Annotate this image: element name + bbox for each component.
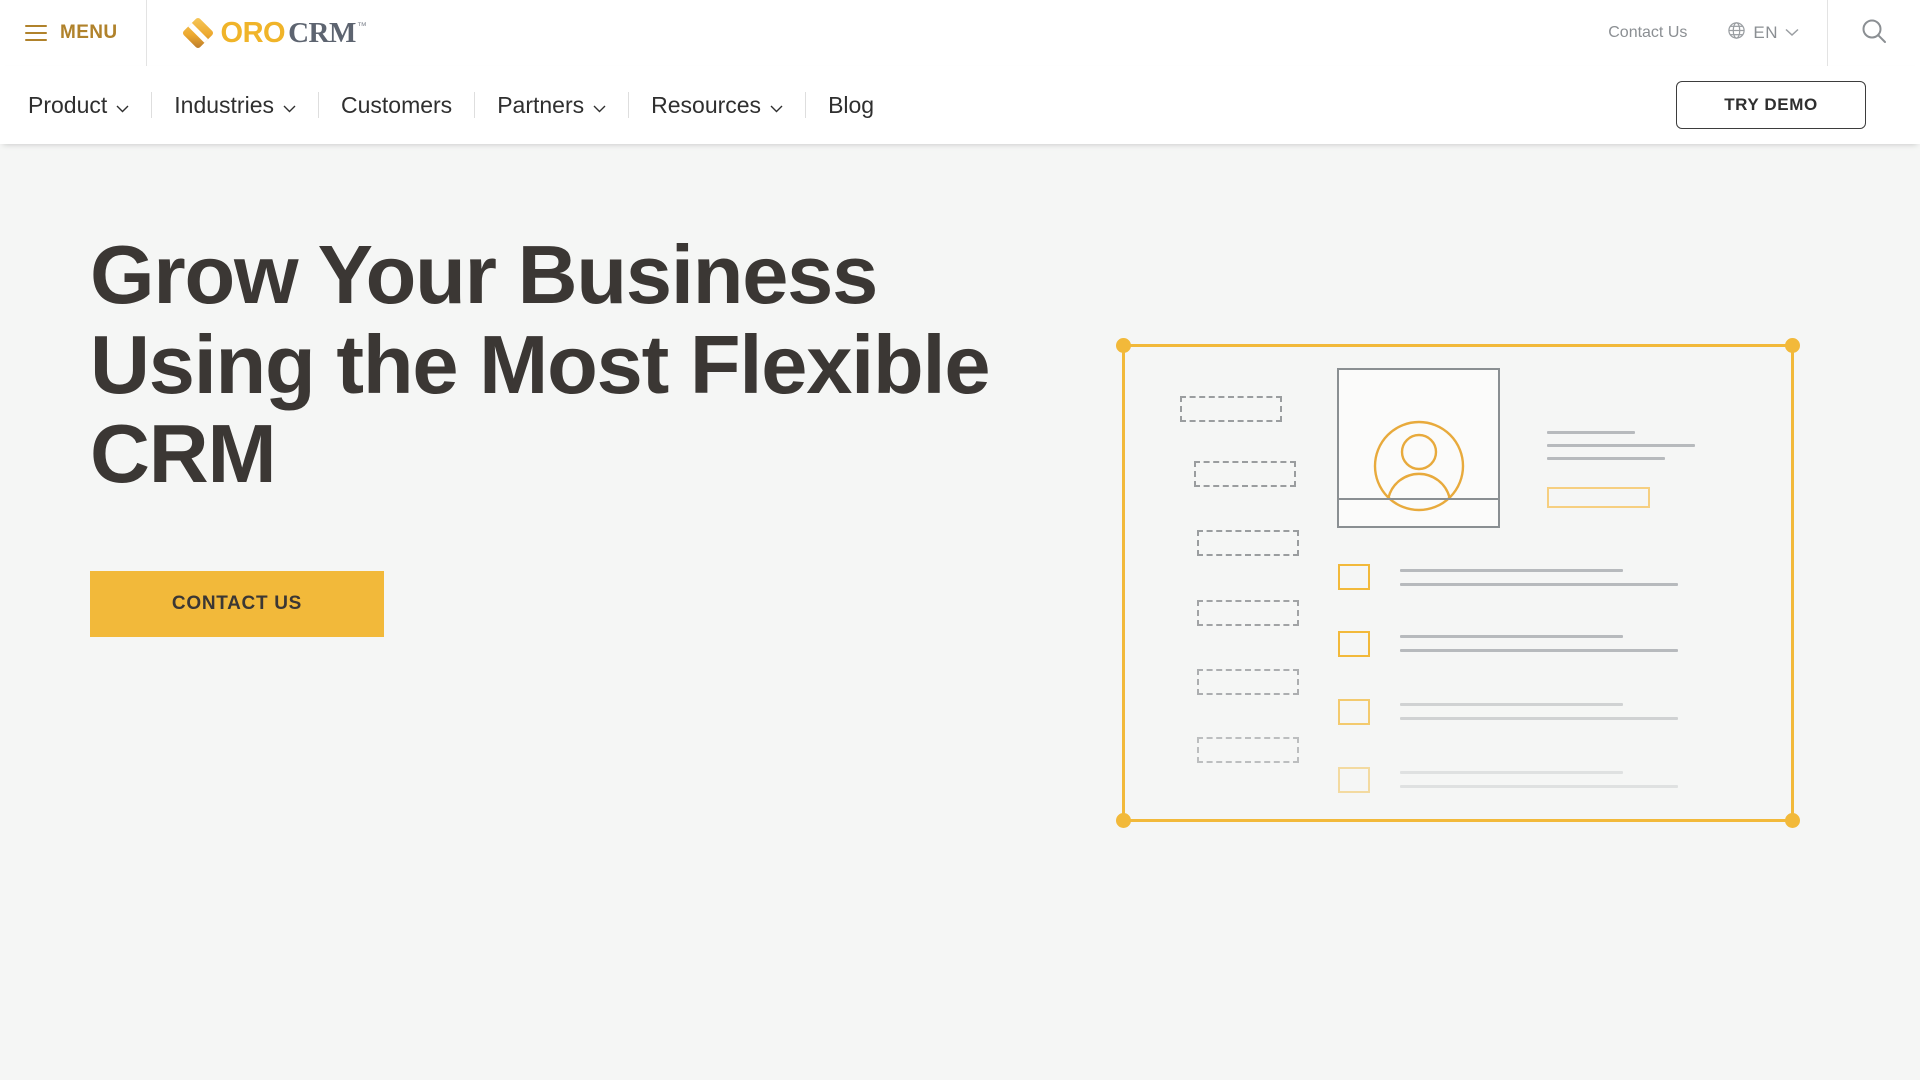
list-row-line	[1400, 785, 1678, 788]
list-row-line	[1400, 703, 1623, 706]
detail-text-line	[1547, 431, 1635, 434]
nav-item-label: Partners	[497, 91, 585, 118]
try-demo-button[interactable]: TRY DEMO	[1676, 81, 1866, 129]
frame-corner-dot-bottom-left	[1116, 813, 1131, 828]
language-selector[interactable]: EN	[1727, 21, 1799, 45]
hero-content: Grow Your Business Using the Most Flexib…	[90, 228, 991, 637]
menu-button[interactable]: MENU	[0, 0, 118, 66]
frame-corner-dot-top-right	[1785, 338, 1800, 353]
list-row-line	[1400, 771, 1623, 774]
language-code: EN	[1753, 23, 1778, 42]
globe-icon	[1727, 21, 1746, 45]
dashed-placeholder-label	[1197, 669, 1299, 695]
card-footer-strip	[1339, 498, 1498, 526]
logo-trademark-symbol: ™	[356, 20, 367, 32]
search-icon	[1859, 16, 1889, 51]
logo-text-crm: CRM	[288, 16, 356, 49]
nav-item-label: Product	[28, 91, 108, 118]
chevron-down-icon	[593, 92, 606, 119]
dashed-placeholder-label	[1197, 737, 1299, 763]
list-row-thumbnail	[1338, 631, 1370, 657]
hamburger-icon	[25, 25, 47, 41]
nav-item-label: Customers	[340, 91, 453, 118]
nav-items-list: Product Industries Customers Partners Re…	[0, 66, 896, 144]
frame-left-line	[1122, 344, 1125, 822]
dashed-placeholder-label	[1197, 600, 1299, 626]
nav-item-customers[interactable]: Customers	[319, 66, 474, 144]
nav-item-label: Blog	[828, 91, 875, 118]
page-title: Grow Your Business Using the Most Flexib…	[90, 228, 991, 501]
chevron-down-icon	[770, 92, 783, 119]
dashed-placeholder-label	[1194, 461, 1296, 487]
detail-text-line	[1547, 457, 1665, 460]
oro-crm-logo[interactable]: ORO CRM ™	[181, 16, 367, 50]
nav-item-resources[interactable]: Resources	[629, 66, 805, 144]
frame-top-line	[1122, 344, 1794, 347]
crm-wireframe-illustration	[1116, 338, 1800, 828]
nav-item-blog[interactable]: Blog	[806, 66, 896, 144]
list-row-thumbnail	[1338, 564, 1370, 590]
frame-right-line	[1791, 344, 1794, 822]
list-row-line	[1400, 717, 1678, 720]
main-navigation: Product Industries Customers Partners Re…	[0, 66, 1920, 144]
nav-item-label: Resources	[651, 91, 762, 118]
list-row-thumbnail	[1338, 699, 1370, 725]
contact-avatar-card	[1337, 368, 1500, 528]
nav-item-industries[interactable]: Industries	[152, 66, 318, 144]
hero-section: Grow Your Business Using the Most Flexib…	[0, 144, 1920, 1080]
search-button[interactable]	[1828, 0, 1920, 66]
chevron-down-icon	[283, 92, 296, 119]
list-row-thumbnail	[1338, 767, 1370, 793]
list-row-line	[1400, 583, 1678, 586]
chevron-down-icon	[116, 92, 129, 119]
menu-button-label: MENU	[60, 22, 118, 43]
logo-text-oro: ORO	[220, 16, 286, 49]
list-row-line	[1400, 649, 1678, 652]
frame-corner-dot-top-left	[1116, 338, 1131, 353]
oro-diamond-logo-icon	[181, 16, 215, 50]
nav-item-partners[interactable]: Partners	[475, 66, 628, 144]
nav-item-product[interactable]: Product	[26, 66, 151, 144]
dashed-placeholder-label	[1180, 396, 1282, 422]
list-row-line	[1400, 635, 1623, 638]
frame-corner-dot-bottom-right	[1785, 813, 1800, 828]
detail-action-button-placeholder[interactable]	[1547, 487, 1650, 508]
detail-text-line	[1547, 444, 1695, 447]
contact-us-link[interactable]: Contact Us	[1594, 24, 1701, 42]
dashed-placeholder-label	[1197, 530, 1299, 556]
list-row-line	[1400, 569, 1623, 572]
nav-item-label: Industries	[174, 91, 274, 118]
frame-bottom-line	[1122, 819, 1794, 822]
topbar-divider	[145, 0, 147, 66]
top-utility-bar: MENU ORO CRM ™ Contact Us EN	[0, 0, 1920, 66]
contact-us-cta-button[interactable]: CONTACT US	[90, 570, 384, 637]
chevron-down-icon	[1785, 24, 1799, 42]
